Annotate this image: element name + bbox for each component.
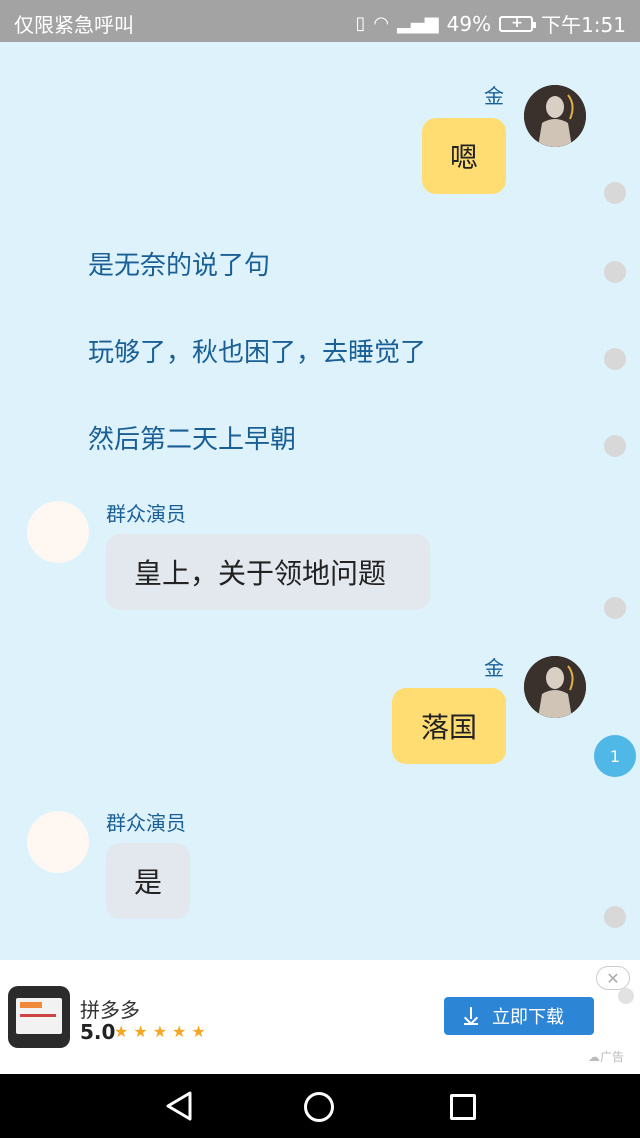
ad-info-icon (618, 988, 634, 1004)
sender-name: 群众演员 (106, 811, 186, 835)
clock: 下午1:51 (541, 13, 626, 37)
read-indicator (604, 348, 626, 370)
ad-tag-label: 广告 (600, 1050, 625, 1064)
ad-app-name: 拼多多 (80, 998, 140, 1022)
signal-icon: ▂▄▆ (397, 13, 439, 34)
download-icon (464, 1007, 478, 1025)
ad-rating: 5.0 (80, 1020, 116, 1044)
read-indicator (604, 261, 626, 283)
narration-text: 是无奈的说了句 (88, 251, 271, 281)
sender-name: 群众演员 (106, 502, 186, 526)
statue-avatar-icon (524, 656, 586, 718)
avatar[interactable] (27, 811, 89, 873)
home-icon[interactable] (304, 1092, 334, 1122)
ad-tag: ☁广告 (588, 1050, 625, 1064)
message-bubble[interactable]: 落国 (392, 688, 506, 764)
message-bubble[interactable]: 是 (106, 843, 190, 919)
battery-icon: + (499, 15, 537, 32)
battery-percent: 49% (446, 11, 492, 36)
app-icon[interactable] (8, 986, 70, 1048)
message-bubble[interactable]: 嗯 (422, 118, 506, 194)
status-icons: ▯ ◠ ▂▄▆ 49% + 下午1:51 (355, 9, 626, 38)
read-indicator (604, 182, 626, 204)
read-indicator (604, 597, 626, 619)
read-indicator (604, 435, 626, 457)
back-icon[interactable] (164, 1090, 194, 1122)
vibrate-icon: ▯ (355, 13, 366, 34)
sender-name: 金 (484, 656, 504, 680)
statue-avatar-icon (524, 85, 586, 147)
avatar[interactable] (524, 85, 586, 147)
star-rating-icon: ★★★★★ (114, 1022, 211, 1041)
carrier-text: 仅限紧急呼叫 (14, 13, 134, 37)
unread-badge[interactable]: 1 (594, 735, 636, 777)
read-indicator (604, 906, 626, 928)
sender-name: 金 (484, 84, 504, 108)
wifi-icon: ◠ (373, 13, 390, 34)
download-button[interactable]: 立即下载 (444, 997, 594, 1035)
avatar[interactable] (524, 656, 586, 718)
narration-text: 玩够了，秋也困了，去睡觉了 (88, 338, 427, 368)
navigation-bar (0, 1074, 640, 1138)
status-bar: 仅限紧急呼叫 ▯ ◠ ▂▄▆ 49% + 下午1:51 (0, 0, 640, 42)
close-ad-button[interactable]: ✕ (596, 966, 630, 990)
chat-area[interactable]: 金 嗯 是无奈的说了句 玩够了，秋也困了，去睡觉了 然后第二天上早朝 群众演员 … (0, 42, 640, 960)
narration-text: 然后第二天上早朝 (88, 425, 297, 455)
avatar[interactable] (27, 501, 89, 563)
download-label: 立即下载 (492, 1007, 564, 1028)
message-bubble[interactable]: 皇上，关于领地问题 (106, 534, 430, 610)
recent-apps-icon[interactable] (450, 1094, 476, 1120)
